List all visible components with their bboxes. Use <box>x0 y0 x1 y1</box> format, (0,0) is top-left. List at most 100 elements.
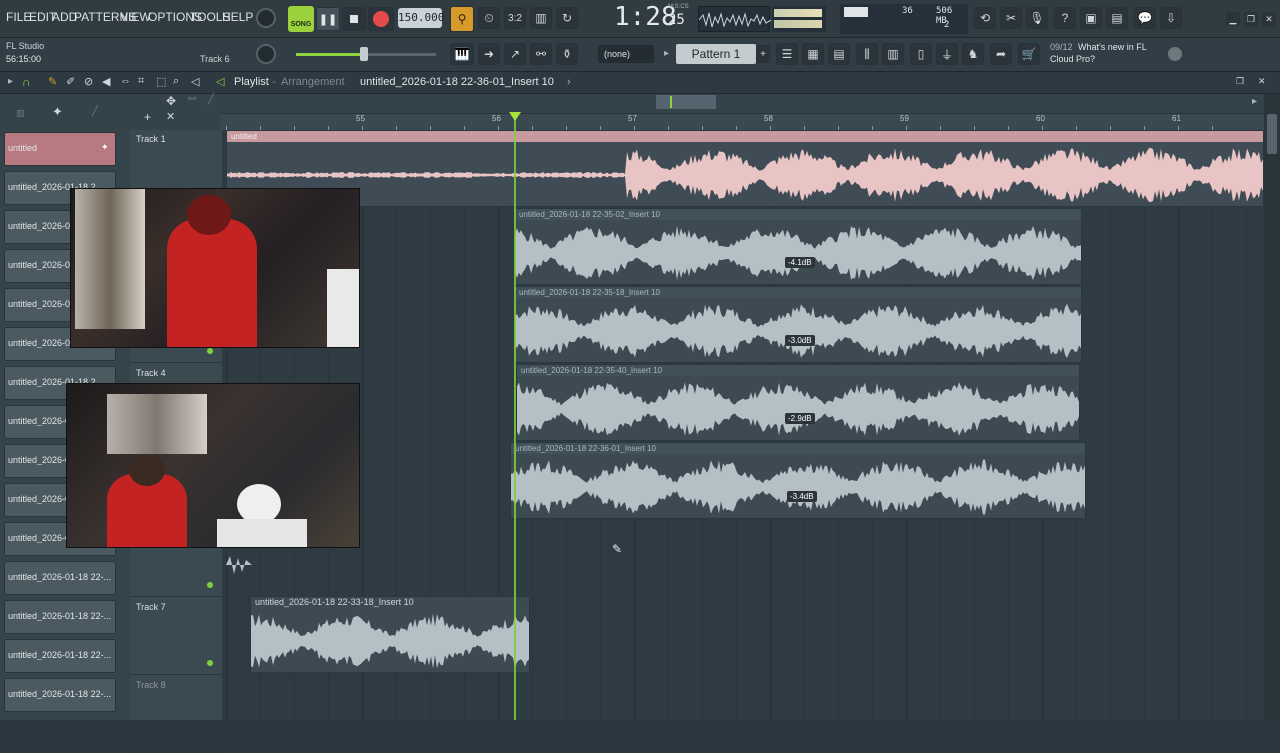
expand-icon[interactable]: ✥ <box>166 94 176 108</box>
remove-icon[interactable]: ✕ <box>166 110 175 123</box>
clip-waveform <box>517 382 1079 436</box>
channel-item[interactable]: untitled_2026-01-18 22-... <box>4 561 116 595</box>
playlist-grid[interactable]: untitled untitled_2026-01-18 22-35-02_In… <box>222 130 1264 720</box>
render-button[interactable]: ▤ <box>1106 7 1128 29</box>
delete-icon[interactable]: ⊘ <box>84 75 93 88</box>
playlist-menu-arrow[interactable]: ▸ <box>8 76 13 87</box>
snap-forward-button[interactable]: ➜ <box>478 43 500 65</box>
restore-button[interactable]: ❐ <box>1244 12 1258 26</box>
brush-tool-button[interactable]: ↗ <box>504 43 526 65</box>
browser-button[interactable]: ▯ <box>910 43 932 65</box>
cpu-memory-panel[interactable]: 36 506 MB 2 <box>840 4 968 34</box>
piano-roll-button[interactable]: 🎹 <box>450 43 474 65</box>
channel-rack-button[interactable]: ▦ <box>802 43 824 65</box>
zoom-wave-icon[interactable]: ✦ <box>52 104 63 120</box>
mixer-button[interactable]: ⫼ <box>856 43 878 65</box>
track-header[interactable]: Track 8 <box>130 676 222 753</box>
playhead-line[interactable] <box>514 113 516 720</box>
menu-view[interactable]: VIEW <box>120 10 151 24</box>
slip-icon[interactable]: ⇔ <box>120 75 131 87</box>
plugin-button[interactable]: ⏚ <box>936 43 958 65</box>
song-mode-toggle[interactable]: SONG <box>288 6 314 32</box>
master-volume-slider[interactable] <box>296 47 436 61</box>
channel-item[interactable]: untitled_2026-01-18 22-... <box>4 600 116 634</box>
channel-item[interactable]: untitled ✦ <box>4 132 116 166</box>
save-button[interactable]: ▣ <box>1080 7 1102 29</box>
clip-title: untitled <box>227 131 1263 142</box>
audio-clip[interactable]: untitled_2026-01-18 22-35-40_Insert 10 -… <box>516 364 1080 441</box>
pattern-selector[interactable]: Pattern 1 <box>676 44 756 64</box>
scrollbar-thumb[interactable] <box>1267 114 1277 154</box>
playhead-marker-icon[interactable] <box>509 112 521 121</box>
select-icon[interactable]: ⬚ <box>156 75 166 88</box>
globe-icon[interactable] <box>1168 47 1182 61</box>
pattern-prev-arrow[interactable]: ▸ <box>664 48 669 59</box>
oscilloscope[interactable] <box>698 6 772 32</box>
pattern-picker-icon[interactable]: ▥ <box>16 108 25 119</box>
close-button[interactable]: ✕ <box>1262 12 1276 26</box>
paint-icon[interactable]: ✐ <box>66 75 75 88</box>
cut-tool-button[interactable]: ✂ <box>1000 7 1022 29</box>
slider-handle[interactable] <box>360 47 368 61</box>
link-button[interactable]: ⚯ <box>530 43 552 65</box>
master-pitch-knob[interactable] <box>256 44 276 64</box>
audio-clip[interactable]: untitled_2026-01-18 22-36-01_Insert 10 -… <box>510 442 1086 519</box>
playlist-breadcrumb[interactable]: untitled_2026-01-18 22-36-01_Insert 10 <box>360 76 554 88</box>
track-active-indicator[interactable] <box>207 660 213 666</box>
track-label: Track 8 <box>136 680 166 690</box>
playlist-button[interactable]: ☰ <box>776 43 798 65</box>
channel-rack-alt-button[interactable]: ▥ <box>882 43 904 65</box>
speaker-icon[interactable]: ◁ <box>191 75 199 88</box>
undo-button[interactable]: ⟲ <box>974 7 996 29</box>
vertical-scrollbar[interactable] <box>1264 94 1280 720</box>
minimize-button[interactable]: ▁ <box>1226 12 1240 26</box>
master-volume-knob[interactable] <box>256 8 276 28</box>
playlist-close-icon[interactable]: ✕ <box>1258 76 1266 87</box>
stop-button[interactable] <box>342 7 366 31</box>
download-button[interactable]: ⇩ <box>1160 7 1182 29</box>
track-active-indicator[interactable] <box>207 348 213 354</box>
track-header[interactable]: Track 7 <box>130 598 222 675</box>
countdown-button[interactable]: 3:2 <box>504 7 526 29</box>
mic-button[interactable]: 🎙 <box>1026 7 1048 29</box>
stamp-button[interactable]: ⚱ <box>556 43 578 65</box>
slice-icon[interactable]: ⌗ <box>138 75 144 88</box>
wait-for-input-button[interactable]: ⏲ <box>478 7 500 29</box>
help-button[interactable]: ? <box>1054 7 1076 29</box>
zoom-icon[interactable]: ⌕ <box>173 75 179 88</box>
step-edit-button[interactable]: ▥ <box>530 7 552 29</box>
menu-file[interactable]: FILE <box>6 10 31 24</box>
add-pattern-button[interactable]: + <box>756 45 770 63</box>
playlist-restore-icon[interactable]: ❐ <box>1236 76 1244 87</box>
shortcut-button[interactable]: ➦ <box>990 43 1012 65</box>
menu-help[interactable]: HELP <box>222 10 253 24</box>
news-line-2[interactable]: Cloud Pro? <box>1050 54 1095 64</box>
audio-clip[interactable]: untitled_2026-01-18 22-33-18_Insert 10 <box>250 596 530 673</box>
timeline-scroll-right[interactable]: ▸ <box>1252 96 1257 107</box>
ruler-bar-number: 55 <box>356 114 365 123</box>
tempo-display[interactable]: 150.000 <box>398 8 444 28</box>
channel-item[interactable]: untitled_2026-01-18 22-... <box>4 639 116 673</box>
magnet-icon[interactable]: ∩ <box>22 75 31 89</box>
pause-button[interactable]: ❚❚ <box>316 7 340 31</box>
metronome-button[interactable]: ⚲ <box>450 6 474 32</box>
audio-clip[interactable]: untitled_2026-01-18 22-35-18_Insert 10 -… <box>514 286 1082 363</box>
news-line-1[interactable]: What's new in FL <box>1078 42 1147 52</box>
tempo-tapper-button[interactable]: ♞ <box>962 43 984 65</box>
time-ruler[interactable]: 55 56 57 58 59 60 61 <box>220 113 1264 131</box>
track-active-indicator[interactable] <box>207 582 213 588</box>
close-icon: ✕ <box>1265 13 1273 24</box>
snap-select[interactable]: (none) <box>598 45 654 63</box>
audio-clip[interactable]: untitled_2026-01-18 22-35-02_Insert 10 -… <box>514 208 1082 285</box>
pencil-icon[interactable]: ✎ <box>48 75 57 88</box>
chat-button[interactable]: 💬 <box>1134 7 1156 29</box>
shop-button[interactable]: 🛒 <box>1018 43 1040 65</box>
overview-scroll-thumb[interactable] <box>656 95 716 109</box>
mute-icon[interactable]: ◀ <box>102 75 110 88</box>
channel-item[interactable]: untitled_2026-01-18 22-... <box>4 678 116 712</box>
loop-record-button[interactable]: ↻ <box>556 7 578 29</box>
record-button[interactable] <box>368 7 394 31</box>
add-track-icon[interactable]: + <box>144 110 151 124</box>
patterns-button[interactable]: ▤ <box>828 43 850 65</box>
audio-clip[interactable]: untitled <box>226 130 1264 207</box>
